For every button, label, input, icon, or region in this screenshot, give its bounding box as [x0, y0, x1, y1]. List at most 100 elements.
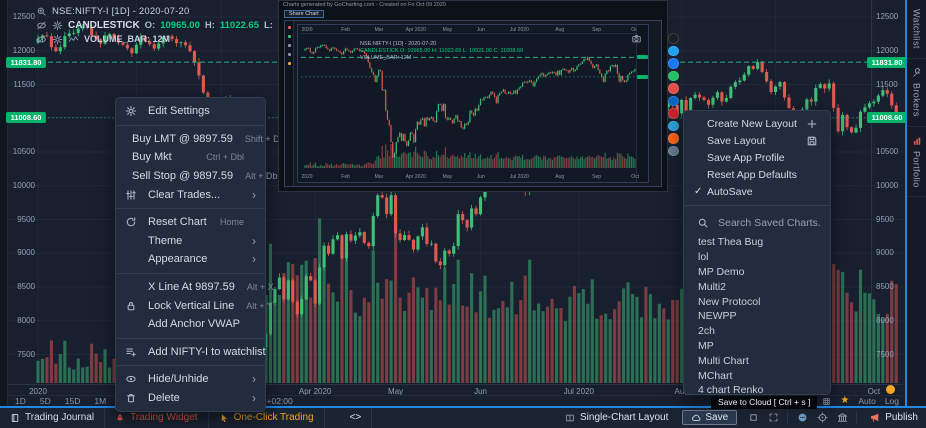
- single-chart-layout-button[interactable]: Single-Chart Layout: [557, 408, 676, 428]
- context-menu-item[interactable]: Reset Chart Home: [116, 213, 265, 232]
- reddit-icon[interactable]: [668, 133, 679, 144]
- mini-month-label: Sep: [592, 27, 601, 33]
- saved-chart-item[interactable]: 4 chart Renko: [684, 383, 830, 395]
- hide-volume-icon[interactable]: [36, 34, 47, 45]
- grid-settings-icon[interactable]: [822, 397, 831, 406]
- timeframe-button[interactable]: 15D: [58, 396, 88, 406]
- toolbar-icon-button[interactable]: [792, 408, 812, 428]
- price-tick: 8000: [17, 317, 35, 325]
- mini-price-badge: [637, 55, 648, 59]
- toolbar-icon-button[interactable]: [832, 408, 852, 428]
- saved-chart-item[interactable]: test Thea Bug: [684, 235, 830, 250]
- mini-month-label: May: [443, 174, 452, 180]
- context-menu-item[interactable]: Hide/Unhide ›: [116, 370, 265, 389]
- toolbar-icon-button[interactable]: [743, 408, 763, 428]
- context-menu-item[interactable]: Edit Settings: [116, 102, 265, 121]
- whatsapp-icon[interactable]: [668, 71, 679, 82]
- layout-icon: [565, 413, 575, 423]
- search-input[interactable]: [716, 216, 824, 230]
- save-button[interactable]: Save: [682, 410, 737, 425]
- toolbar-button-icon: [115, 413, 125, 423]
- context-menu-item[interactable]: Sell Stop @ 9897.59 Alt + Dbl: [116, 167, 265, 186]
- high-value: 11022.65: [220, 20, 259, 31]
- context-menu-item[interactable]: Buy Mkt Ctrl + Dbl: [116, 148, 265, 167]
- auto-scale-toggle[interactable]: Auto: [858, 396, 876, 406]
- saved-chart-item[interactable]: MP Demo: [684, 265, 830, 280]
- exchange-icon: [837, 412, 848, 423]
- saved-chart-item[interactable]: New Protocol: [684, 294, 830, 309]
- layout-menu-item[interactable]: Reset App Defaults: [684, 166, 830, 183]
- log-scale-toggle[interactable]: Log: [885, 396, 899, 406]
- favorite-star-icon[interactable]: ★: [840, 396, 849, 406]
- context-menu-item[interactable]: X Line At 9897.59 Alt + X: [116, 278, 265, 297]
- mini-toolbar-strip: [285, 21, 294, 186]
- context-menu-item[interactable]: [116, 338, 265, 339]
- saved-chart-item[interactable]: lol: [684, 250, 830, 265]
- x-icon[interactable]: [668, 33, 679, 44]
- layout-menu-item[interactable]: Save App Profile: [684, 149, 830, 166]
- share-chart-tab[interactable]: Share Chart: [284, 10, 324, 18]
- saved-chart-item[interactable]: Multi Chart: [684, 353, 830, 368]
- context-menu-item[interactable]: Buy LMT @ 9897.59 Shift + Dbl: [116, 130, 265, 149]
- side-tab[interactable]: Watchlist: [907, 0, 926, 59]
- publish-button[interactable]: Publish: [861, 408, 926, 428]
- context-menu-item[interactable]: Lock Vertical Line Alt + Y: [116, 296, 265, 315]
- study-settings-icon[interactable]: [52, 20, 63, 31]
- context-menu-item[interactable]: Theme ›: [116, 232, 265, 251]
- timeframe-button[interactable]: 5D: [33, 396, 58, 406]
- app-root: 1250012000115001100010500100009500900085…: [0, 0, 926, 428]
- context-menu-item[interactable]: Clear Trades... ›: [116, 185, 265, 204]
- saved-charts-search: [684, 211, 830, 235]
- email-icon[interactable]: [668, 146, 679, 157]
- price-tick: 8000: [876, 317, 894, 325]
- saved-chart-item[interactable]: NEWPP: [684, 309, 830, 324]
- price-tick: 9500: [876, 216, 894, 224]
- price-tick: 7500: [17, 351, 35, 359]
- price-tick: 12500: [13, 13, 35, 21]
- saved-chart-item[interactable]: MChart: [684, 368, 830, 383]
- menu-item-icon: [125, 216, 137, 228]
- context-menu-item[interactable]: Appearance ›: [116, 250, 265, 269]
- price-level-badge: 11831.80: [6, 57, 46, 68]
- context-menu-item[interactable]: Delete ›: [116, 389, 265, 408]
- side-tab[interactable]: Portfolio: [907, 127, 926, 198]
- toolbar-icon-button[interactable]: [763, 408, 783, 428]
- price-tick: 11500: [13, 81, 35, 89]
- timeframe-button[interactable]: 1D: [8, 396, 33, 406]
- toolbar-icon-button[interactable]: [812, 408, 832, 428]
- pocket-icon[interactable]: [668, 83, 679, 94]
- context-menu-item[interactable]: [116, 273, 265, 274]
- mini-month-label: Oct: [631, 174, 639, 180]
- mini-month-label: Jun: [477, 174, 485, 180]
- twitter-icon[interactable]: [668, 46, 679, 57]
- layout-menu-item[interactable]: Save Layout: [684, 132, 830, 149]
- context-menu-item[interactable]: Add Anchor VWAP: [116, 315, 265, 334]
- mini-month-label: 2020: [301, 27, 312, 33]
- toolbar-button[interactable]: <>: [325, 408, 373, 428]
- layout-menu-item[interactable]: ✓ AutoSave: [684, 183, 830, 200]
- pinterest-icon[interactable]: [668, 108, 679, 119]
- context-menu-item[interactable]: Add NIFTY-I to watchlist: [116, 343, 265, 362]
- volume-settings-icon[interactable]: [52, 34, 63, 45]
- saved-chart-item[interactable]: Multi2: [684, 279, 830, 294]
- facebook-icon[interactable]: [668, 58, 679, 69]
- context-menu-item[interactable]: [116, 365, 265, 366]
- price-level-badge: 11008.60: [867, 112, 907, 123]
- price-tick: 9000: [876, 249, 894, 257]
- magnifier-plus-icon[interactable]: [36, 6, 47, 17]
- side-tab[interactable]: Brokers: [907, 59, 926, 127]
- study-name: CANDLESTICK: [68, 20, 140, 31]
- mini-month-label: Jul 2020: [510, 27, 529, 33]
- linkedin-icon[interactable]: [668, 96, 679, 107]
- toolbar-button[interactable]: Trading Journal: [0, 408, 105, 428]
- telegram-icon[interactable]: [668, 121, 679, 132]
- context-menu-item[interactable]: [116, 125, 265, 126]
- saved-chart-item[interactable]: 2ch: [684, 324, 830, 339]
- layout-menu-item[interactable]: Create New Layout: [684, 115, 830, 132]
- snapshot-camera-icon[interactable]: [631, 31, 642, 42]
- timeframe-button[interactable]: 1M: [87, 396, 113, 406]
- context-menu-item[interactable]: [116, 208, 265, 209]
- hide-study-icon[interactable]: [36, 20, 47, 31]
- chart-context-menu: Edit Settings Buy LMT @ 9897.59 Shift + …: [115, 97, 266, 412]
- saved-chart-item[interactable]: MP: [684, 339, 830, 354]
